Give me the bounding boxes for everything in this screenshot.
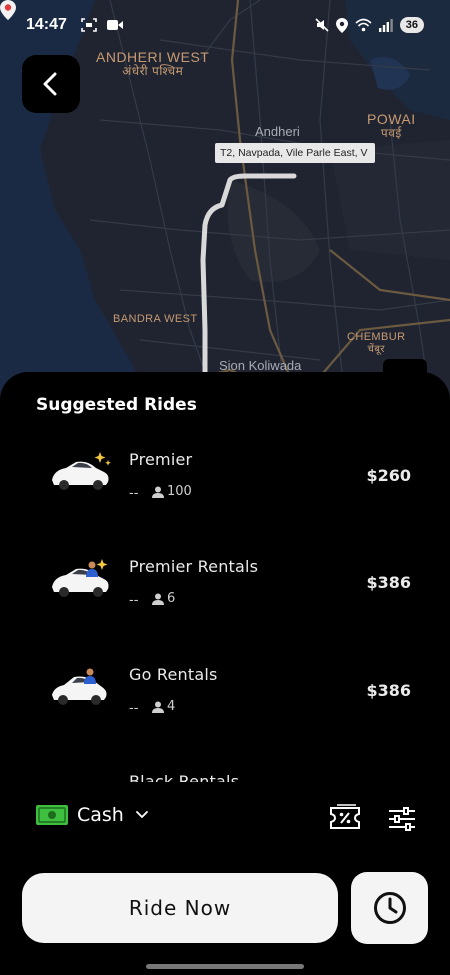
status-bar: 14:47 36 <box>0 0 450 50</box>
location-icon <box>335 17 348 33</box>
battery-badge: 36 <box>399 17 424 33</box>
chevron-left-icon <box>43 72 57 96</box>
home-indicator[interactable] <box>146 964 304 969</box>
ride-price: $386 <box>366 573 411 592</box>
map-label-chembur: CHEMBUR चेंबूर <box>347 331 405 355</box>
map-label-hindi: अंधेरी पश्चिम <box>122 64 184 79</box>
sedan-sparkle-icon <box>52 452 111 490</box>
status-right-icons: 36 <box>315 17 424 33</box>
ride-capacity-value: 6 <box>167 591 176 606</box>
payment-method-selector[interactable]: Cash <box>36 804 148 826</box>
ride-eta: -- <box>129 701 139 716</box>
schedule-ride-button[interactable] <box>351 872 428 944</box>
ride-option-go-rentals[interactable]: Go Rentals -- 4 $386 <box>0 645 450 745</box>
ride-option-premier-rentals[interactable]: Premier Rentals -- 6 $386 <box>0 537 450 637</box>
ride-eta: -- <box>129 593 139 608</box>
destination-tag[interactable]: T2, Navpada, Vile Parle East, V <box>215 143 375 163</box>
ride-name: Premier <box>129 450 193 469</box>
ride-capacity-value: 4 <box>167 699 176 714</box>
map-label-text: ANDHERI WEST <box>96 49 210 65</box>
chevron-down-icon <box>135 811 148 819</box>
coupon-icon[interactable] <box>328 803 362 833</box>
person-icon <box>152 486 164 498</box>
back-button[interactable] <box>22 55 80 113</box>
payment-method-label: Cash <box>77 804 124 826</box>
hatchback-driver-icon <box>52 668 107 705</box>
ride-price: $386 <box>366 681 411 700</box>
screenshot-icon <box>81 18 97 32</box>
map-label-bandra-west: BANDRA WEST <box>113 313 198 325</box>
clock-icon <box>373 892 406 924</box>
person-icon <box>152 593 164 605</box>
ride-name: Black Rentals <box>129 772 240 782</box>
ride-name: Go Rentals <box>129 665 218 684</box>
sedan-driver-sparkle-icon <box>52 559 109 597</box>
map-label-andheri: Andheri <box>255 124 300 139</box>
person-icon <box>152 701 164 713</box>
ride-list[interactable]: Premier -- 100 $260 Premier Rentals -- 6… <box>0 430 450 782</box>
ride-option-black-rentals[interactable]: Black Rentals <box>0 752 450 782</box>
car-icon <box>48 770 112 782</box>
ride-capacity: 100 <box>152 484 192 499</box>
map-label-text: POWAI <box>367 111 416 127</box>
status-time: 14:47 <box>26 16 67 33</box>
map-label-powai: POWAI पवई <box>367 111 416 141</box>
cash-icon <box>36 805 68 825</box>
ride-capacity: 4 <box>152 699 175 714</box>
map-label-text: CHEMBUR <box>347 331 406 343</box>
ride-name: Premier Rentals <box>129 557 259 576</box>
ride-capacity: 6 <box>152 591 175 606</box>
filter-settings-icon[interactable] <box>387 804 417 834</box>
ride-eta: -- <box>129 486 139 501</box>
ride-now-button[interactable]: Ride Now <box>22 873 338 943</box>
map-label-andheri-west: ANDHERI WEST अंधेरी पश्चिम <box>96 49 209 79</box>
map-label-hindi: चेंबूर <box>367 343 385 355</box>
signal-icon <box>378 19 393 32</box>
ride-price: $260 <box>366 466 411 485</box>
map-label-hindi: पवई <box>380 126 402 141</box>
mute-icon <box>315 18 329 32</box>
suggested-rides-title: Suggested Rides <box>36 395 197 415</box>
ride-capacity-value: 100 <box>167 484 192 499</box>
status-left-icons <box>81 18 123 32</box>
ride-option-premier[interactable]: Premier -- 100 $260 <box>0 430 450 530</box>
video-icon <box>106 20 123 30</box>
wifi-icon <box>355 18 372 32</box>
